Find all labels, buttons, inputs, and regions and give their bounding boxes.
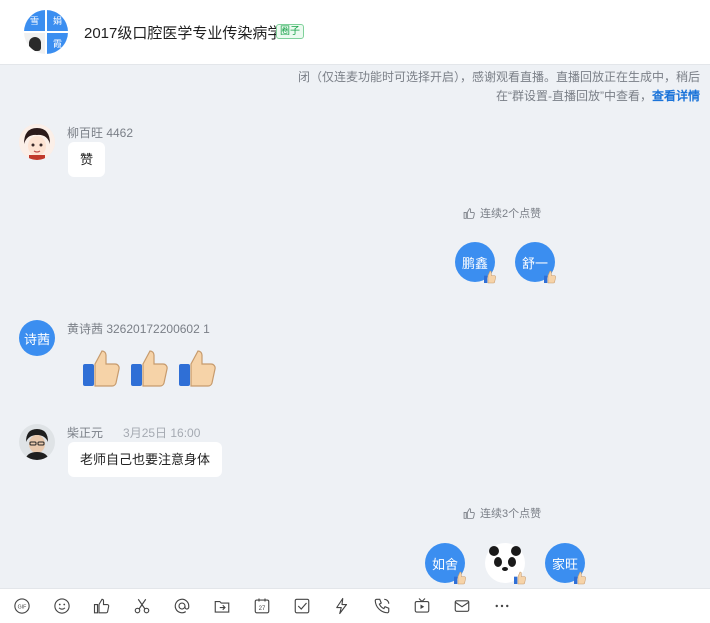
mail-icon[interactable] (452, 596, 472, 616)
thumbs-up-emoji-icon (179, 350, 216, 387)
message-time: 3月25日 16:00 (123, 426, 201, 440)
sender-info: 柴正元 3月25日 16:00 (67, 424, 200, 441)
like-summary: 连续2个点赞 (463, 205, 541, 221)
live-notice: 闭（仅连麦功能时可选择开启），感谢观看直播。直播回放正在生成中，稍后在“群设置-… (280, 68, 700, 106)
thumbs-up-icon (463, 507, 475, 519)
avatar[interactable] (19, 124, 55, 160)
thumbs-up-badge-icon (484, 270, 496, 284)
thumbs-up-badge-icon (544, 270, 556, 284)
share-file-icon[interactable] (212, 596, 232, 616)
avatar[interactable]: 诗茜 (19, 320, 55, 356)
like-summary: 连续3个点赞 (463, 505, 541, 521)
video-icon[interactable] (412, 596, 432, 616)
like-avatar[interactable]: 家旺 (545, 543, 586, 585)
sender-name: 柳百旺 4462 (67, 126, 134, 140)
thumbs-up-emoji-row[interactable] (80, 346, 220, 390)
thumbs-up-badge-icon (454, 571, 466, 585)
thumbs-up-emoji-icon (83, 350, 120, 387)
like-summary-text: 连续2个点赞 (480, 208, 542, 220)
gif-icon[interactable]: GIF (12, 596, 32, 616)
view-details-link[interactable]: 查看详情 (652, 89, 700, 103)
avatar-cell: 霞 (47, 33, 68, 54)
thumbs-up-badge-icon (574, 571, 586, 585)
like-summary-text: 连续3个点赞 (480, 508, 542, 520)
group-title[interactable]: 2017级口腔医学专业传染病学 (84, 22, 282, 43)
calendar-icon[interactable]: 27 (252, 596, 272, 616)
like-avatar[interactable]: 舒一 (515, 242, 556, 284)
like-avatar[interactable]: 如舍 (425, 543, 466, 585)
message-bubble[interactable]: 赞 (68, 142, 106, 177)
like-avatar[interactable]: 鹏鑫 (455, 242, 496, 284)
sender-name: 黄诗茜 32620172200602 1 (67, 322, 210, 336)
avatar-cell: 娟 (47, 10, 68, 31)
scissors-icon[interactable] (132, 596, 152, 616)
more-icon[interactable] (492, 596, 512, 616)
gif-label: GIF (18, 604, 27, 610)
group-avatar[interactable]: 雪 娟 霞 (24, 10, 68, 54)
notice-text: 闭（仅连麦功能时可选择开启），感谢观看直播。直播回放正在生成中，稍后在“群设置-… (297, 70, 700, 103)
avatar[interactable] (19, 424, 55, 460)
thumbs-up-badge-icon (514, 571, 526, 585)
message-bubble[interactable]: 老师自己也要注意身体 (68, 442, 223, 477)
input-toolbar: GIF 27 (0, 588, 710, 623)
chat-header: 雪 娟 霞 2017级口腔医学专业传染病学 圈子 (0, 0, 710, 65)
thumbs-up-icon (463, 207, 475, 219)
thumbs-up-emoji-icon (131, 350, 168, 387)
sender-name: 柴正元 (67, 426, 104, 440)
avatar-cell: 雪 (24, 10, 45, 31)
phone-icon[interactable] (372, 596, 392, 616)
lightning-icon[interactable] (332, 596, 352, 616)
group-tag: 圈子 (276, 24, 304, 39)
checkbox-icon[interactable] (292, 596, 312, 616)
thumbs-up-icon[interactable] (92, 596, 112, 616)
avatar-photo (24, 33, 45, 54)
emoji-icon[interactable] (52, 596, 72, 616)
calendar-day: 27 (259, 606, 266, 612)
at-icon[interactable] (172, 596, 192, 616)
like-avatar-panda[interactable] (485, 543, 526, 585)
